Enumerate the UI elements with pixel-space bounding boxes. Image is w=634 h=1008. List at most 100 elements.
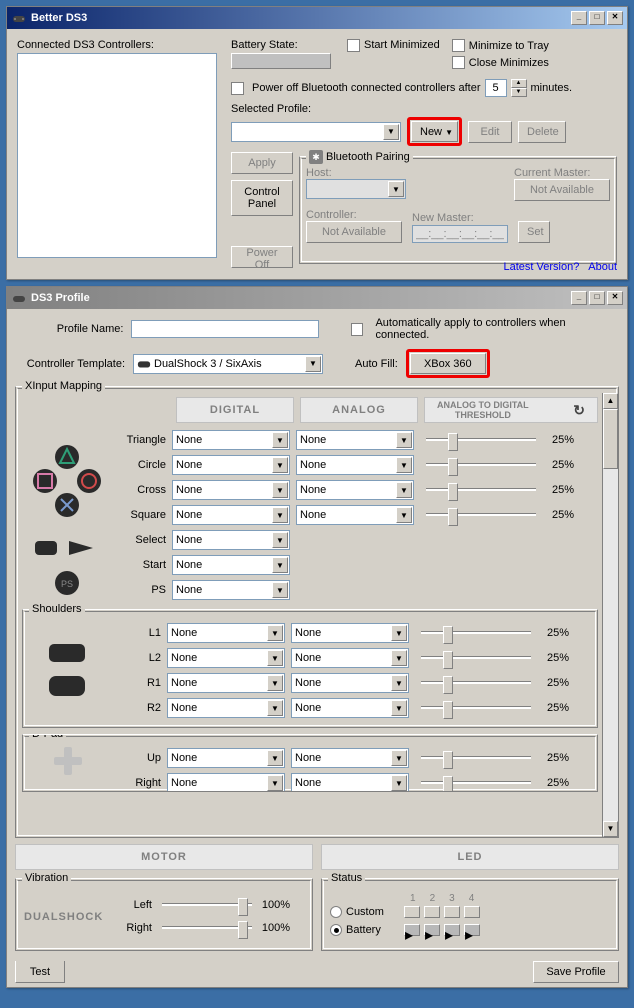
xbox360-button[interactable]: XBox 360 — [410, 353, 486, 374]
l2-digital[interactable]: None▼ — [167, 648, 285, 668]
r1-analog[interactable]: None▼ — [291, 673, 409, 693]
circle-slider[interactable] — [426, 458, 536, 472]
titlebar[interactable]: Better DS3 _ □ ✕ — [7, 7, 627, 29]
motor-tab[interactable]: MOTOR — [15, 844, 313, 870]
poweroff-bt-label: Power off Bluetooth connected controller… — [252, 82, 481, 94]
poweroff-minutes-input[interactable] — [485, 79, 507, 97]
new-master-input[interactable] — [412, 225, 508, 243]
up-slider[interactable] — [421, 751, 531, 765]
apply-button[interactable]: Apply — [231, 152, 293, 174]
control-panel-button[interactable]: Control Panel — [231, 180, 293, 216]
cross-slider[interactable] — [426, 483, 536, 497]
circle-digital[interactable]: None▼ — [172, 455, 290, 475]
analog-tab[interactable]: ANALOG — [300, 397, 418, 423]
close-minimizes-checkbox[interactable] — [452, 56, 465, 69]
start-label: Start — [112, 559, 172, 571]
refresh-icon[interactable]: ↻ — [573, 405, 585, 415]
l2-analog[interactable]: None▼ — [291, 648, 409, 668]
dpad-right-slider[interactable] — [421, 776, 531, 790]
digital-tab[interactable]: DIGITAL — [176, 397, 294, 423]
dpad-right-label: Right — [107, 777, 167, 789]
square-label: Square — [112, 509, 172, 521]
up-digital[interactable]: None▼ — [167, 748, 285, 768]
delete-button[interactable]: Delete — [518, 121, 566, 143]
profile-dropdown[interactable]: ▼ — [231, 122, 401, 142]
dpad-title: D-Pad — [29, 734, 66, 740]
led1-toggle[interactable] — [404, 906, 420, 918]
maximize-button[interactable]: □ — [589, 291, 605, 305]
close-button[interactable]: ✕ — [607, 291, 623, 305]
up-analog[interactable]: None▼ — [291, 748, 409, 768]
square-slider[interactable] — [426, 508, 536, 522]
scroll-thumb[interactable] — [603, 409, 618, 469]
start-minimized-checkbox[interactable] — [347, 39, 360, 52]
scroll-down-icon[interactable]: ▼ — [603, 821, 618, 837]
battery-radio[interactable] — [330, 924, 342, 936]
select-digital[interactable]: None▼ — [172, 530, 290, 550]
battery-label: Battery — [346, 924, 402, 936]
r1-digital[interactable]: None▼ — [167, 673, 285, 693]
close-minimizes-label: Close Minimizes — [469, 57, 549, 69]
ps-digital[interactable]: None▼ — [172, 580, 290, 600]
status-title: Status — [328, 872, 365, 884]
minutes-spinner[interactable]: ▲▼ — [511, 79, 527, 97]
minimize-tray-checkbox[interactable] — [452, 39, 465, 52]
l1-analog[interactable]: None▼ — [291, 623, 409, 643]
host-dropdown[interactable]: ▼ — [306, 179, 406, 199]
minimize-button[interactable]: _ — [571, 291, 587, 305]
titlebar[interactable]: DS3 Profile _ □ ✕ — [7, 287, 627, 309]
l2-slider[interactable] — [421, 651, 531, 665]
l1-slider[interactable] — [421, 626, 531, 640]
triangle-digital[interactable]: None▼ — [172, 430, 290, 450]
up-label: Up — [107, 752, 167, 764]
about-link[interactable]: About — [588, 261, 617, 273]
controllers-listbox[interactable] — [17, 53, 217, 258]
led-play2[interactable]: ▸ — [424, 924, 440, 936]
l1-digital[interactable]: None▼ — [167, 623, 285, 643]
scroll-up-icon[interactable]: ▲ — [603, 393, 618, 409]
square-digital[interactable]: None▼ — [172, 505, 290, 525]
test-button[interactable]: Test — [15, 961, 65, 983]
poweroff-bt-checkbox[interactable] — [231, 82, 244, 95]
profile-name-input[interactable] — [131, 320, 318, 338]
circle-analog[interactable]: None▼ — [296, 455, 414, 475]
mapping-scrollbar[interactable]: ▲ ▼ — [602, 393, 618, 837]
new-button[interactable]: New ▼ — [411, 121, 458, 142]
dpad-right-digital[interactable]: None▼ — [167, 773, 285, 792]
current-master-button[interactable]: Not Available — [514, 179, 610, 201]
r2-digital[interactable]: None▼ — [167, 698, 285, 718]
minimize-tray-label: Minimize to Tray — [469, 40, 549, 52]
r2-slider[interactable] — [421, 701, 531, 715]
vib-left-label: Left — [116, 899, 158, 911]
auto-apply-checkbox[interactable] — [351, 323, 364, 336]
led3-toggle[interactable] — [444, 906, 460, 918]
latest-version-link[interactable]: Latest Version? — [504, 261, 580, 273]
led-play1[interactable]: ▸ — [404, 924, 420, 936]
r1-slider[interactable] — [421, 676, 531, 690]
led-play4[interactable]: ▸ — [464, 924, 480, 936]
custom-radio[interactable] — [330, 906, 342, 918]
template-dropdown[interactable]: DualShock 3 / SixAxis ▼ — [133, 354, 323, 374]
led-play3[interactable]: ▸ — [444, 924, 460, 936]
set-button[interactable]: Set — [518, 221, 550, 243]
close-button[interactable]: ✕ — [607, 11, 623, 25]
square-analog[interactable]: None▼ — [296, 505, 414, 525]
save-profile-button[interactable]: Save Profile — [533, 961, 619, 983]
cross-analog[interactable]: None▼ — [296, 480, 414, 500]
led4-toggle[interactable] — [464, 906, 480, 918]
start-digital[interactable]: None▼ — [172, 555, 290, 575]
maximize-button[interactable]: □ — [589, 11, 605, 25]
edit-button[interactable]: Edit — [468, 121, 512, 143]
dpad-right-analog[interactable]: None▼ — [291, 773, 409, 792]
led-tab[interactable]: LED — [321, 844, 619, 870]
r2-analog[interactable]: None▼ — [291, 698, 409, 718]
led2-toggle[interactable] — [424, 906, 440, 918]
minimize-button[interactable]: _ — [571, 11, 587, 25]
power-off-button[interactable]: Power Off — [231, 246, 293, 268]
triangle-slider[interactable] — [426, 433, 536, 447]
triangle-analog[interactable]: None▼ — [296, 430, 414, 450]
controller-button[interactable]: Not Available — [306, 221, 402, 243]
vib-left-slider[interactable] — [162, 898, 252, 912]
vib-right-slider[interactable] — [162, 921, 252, 935]
cross-digital[interactable]: None▼ — [172, 480, 290, 500]
